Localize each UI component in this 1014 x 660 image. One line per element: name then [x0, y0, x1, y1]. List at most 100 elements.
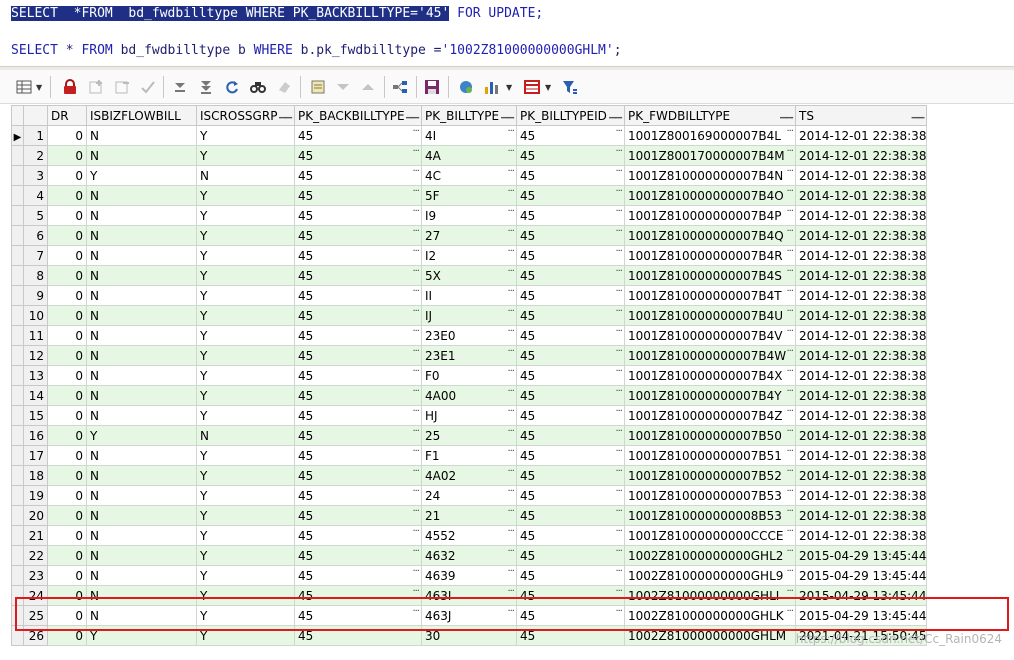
grid-cell[interactable]: 0	[47, 305, 87, 326]
grid-cell[interactable]: Y	[196, 125, 295, 146]
row-indicator[interactable]	[11, 285, 24, 306]
grid-cell[interactable]: N	[196, 165, 295, 186]
cell-editor-button[interactable]: ···	[786, 547, 793, 558]
cell-editor-button[interactable]: ···	[412, 187, 419, 198]
grid-cell[interactable]: 0	[47, 225, 87, 246]
cell-editor-button[interactable]: ···	[412, 367, 419, 378]
grid-cell[interactable]: 45 ···	[516, 365, 625, 386]
grid-cell[interactable]: 45 ···	[516, 625, 625, 646]
grid-cell[interactable]: 1001Z810000000007B4Z ···	[624, 405, 796, 426]
grid-cell[interactable]: 2014-12-01 22:38:38	[794, 185, 928, 206]
row-indicator[interactable]	[11, 565, 24, 586]
grid-cell[interactable]: 0	[47, 525, 87, 546]
grid-cell[interactable]: 45 ···	[516, 425, 625, 446]
chart-icon[interactable]	[482, 77, 502, 97]
cell-editor-button[interactable]: ···	[786, 387, 793, 398]
cell-editor-button[interactable]: ···	[412, 247, 419, 258]
grid-cell[interactable]: IJ ···	[421, 305, 517, 326]
cell-editor-button[interactable]: ···	[786, 627, 793, 638]
column-menu-icon[interactable]: ▁▁	[912, 109, 925, 119]
grid-cell[interactable]: 23E0 ···	[421, 325, 517, 346]
grid-cell[interactable]: Y	[196, 205, 295, 226]
grid-cell[interactable]: 45 ···	[294, 265, 422, 286]
table-icon[interactable]	[522, 77, 542, 97]
column-header[interactable]: PK_BILLTYPE ▁▁	[421, 105, 517, 126]
row-indicator[interactable]	[11, 485, 24, 506]
grid-cell[interactable]: 45 ···	[516, 405, 625, 426]
cell-editor-button[interactable]: ···	[507, 307, 514, 318]
grid-cell[interactable]: 45 ···	[516, 465, 625, 486]
cell-editor-button[interactable]: ···	[412, 127, 419, 138]
row-indicator[interactable]	[11, 625, 24, 646]
grid-cell[interactable]: N	[86, 125, 197, 146]
grid-cell[interactable]: N	[86, 365, 197, 386]
grid-cell[interactable]: 27 ···	[421, 225, 517, 246]
grid-cell[interactable]: I2 ···	[421, 245, 517, 266]
cell-editor-button[interactable]: ···	[615, 547, 622, 558]
fetch-last-icon[interactable]	[196, 77, 216, 97]
cell-editor-button[interactable]: ···	[615, 627, 622, 638]
row-indicator[interactable]	[11, 545, 24, 566]
cell-editor-button[interactable]: ···	[615, 247, 622, 258]
cell-editor-button[interactable]: ···	[786, 187, 793, 198]
cell-editor-button[interactable]: ···	[507, 347, 514, 358]
cell-editor-button[interactable]: ···	[786, 347, 793, 358]
row-indicator[interactable]	[11, 445, 24, 466]
cell-editor-button[interactable]: ···	[786, 127, 793, 138]
column-menu-icon[interactable]: ▁▁	[780, 109, 793, 119]
cell-editor-button[interactable]: ···	[507, 507, 514, 518]
query-icon[interactable]	[456, 77, 476, 97]
cell-editor-button[interactable]: ···	[412, 567, 419, 578]
grid-cell[interactable]: 4639 ···	[421, 565, 517, 586]
row-indicator[interactable]	[11, 165, 24, 186]
cell-editor-button[interactable]: ···	[786, 227, 793, 238]
grid-cell[interactable]: F0 ···	[421, 365, 517, 386]
table-row[interactable]: 2 0 N Y 45 ··· 4A ··· 45 ··· 1001Z800170000007B4M ·…	[11, 145, 928, 166]
lock-icon[interactable]	[60, 77, 80, 97]
grid-cell[interactable]: 0	[47, 405, 87, 426]
grid-cell[interactable]: 0	[47, 485, 87, 506]
cell-editor-button[interactable]: ···	[786, 527, 793, 538]
grid-cell[interactable]: 45 ···	[294, 365, 422, 386]
cell-editor-button[interactable]: ···	[615, 367, 622, 378]
filter-icon[interactable]	[308, 77, 328, 97]
grid-cell[interactable]: 1001Z810000000007B4X ···	[624, 365, 796, 386]
grid-cell[interactable]: 23E1 ···	[421, 345, 517, 366]
column-header[interactable]: PK_FWDBILLTYPE ▁▁	[624, 105, 796, 126]
grid-cell[interactable]: 1001Z810000000008B53 ···	[624, 505, 796, 526]
grid-cell[interactable]: 45 ···	[294, 245, 422, 266]
row-number[interactable]: 20	[23, 505, 48, 526]
table-row[interactable]: 13 0 N Y 45 ··· F0 ··· 45 ··· 1001Z810000000007B4X…	[11, 365, 928, 386]
grid-cell[interactable]: 0	[47, 445, 87, 466]
grid-cell[interactable]: HJ ···	[421, 405, 517, 426]
grid-cell[interactable]: 0	[47, 505, 87, 526]
grid-cell[interactable]: N	[86, 445, 197, 466]
cell-editor-button[interactable]: ···	[615, 507, 622, 518]
chevron-down-icon[interactable]: ▼	[506, 83, 512, 92]
grid-cell[interactable]: 1001Z810000000007B4U ···	[624, 305, 796, 326]
row-number[interactable]: 6	[23, 225, 48, 246]
result-grid[interactable]: DR ISBIZFLOWBILL ISCROSSGRP ▁▁ PK_BACKBIL…	[11, 105, 928, 646]
cell-editor-button[interactable]: ···	[412, 607, 419, 618]
grid-cell[interactable]: 0	[47, 325, 87, 346]
cell-editor-button[interactable]: ···	[615, 307, 622, 318]
grid-cell[interactable]: 0	[47, 185, 87, 206]
grid-cell[interactable]: Y	[196, 385, 295, 406]
grid-cell[interactable]: 45 ···	[294, 325, 422, 346]
cell-editor-button[interactable]: ···	[412, 447, 419, 458]
cell-editor-button[interactable]: ···	[615, 427, 622, 438]
grid-menu-icon[interactable]	[14, 77, 34, 97]
grid-cell[interactable]: 1001Z810000000007B4R ···	[624, 245, 796, 266]
cell-editor-button[interactable]: ···	[786, 607, 793, 618]
row-number[interactable]: 10	[23, 305, 48, 326]
grid-cell[interactable]: 2015-04-29 13:45:44	[794, 545, 928, 566]
cell-editor-button[interactable]: ···	[615, 127, 622, 138]
post-icon[interactable]	[138, 77, 158, 97]
table-row[interactable]: 5 0 N Y 45 ··· I9 ··· 45 ··· 1001Z810000000007B4P ·…	[11, 205, 928, 226]
grid-cell[interactable]: 45 ···	[516, 445, 625, 466]
table-row[interactable]: 8 0 N Y 45 ··· 5X ··· 45 ··· 1001Z810000000007B4S ·…	[11, 265, 928, 286]
grid-cell[interactable]: 1001Z810000000007B4S ···	[624, 265, 796, 286]
row-number[interactable]: 3	[23, 165, 48, 186]
grid-cell[interactable]: 0	[47, 265, 87, 286]
grid-cell[interactable]: 1001Z810000000007B4P ···	[624, 205, 796, 226]
